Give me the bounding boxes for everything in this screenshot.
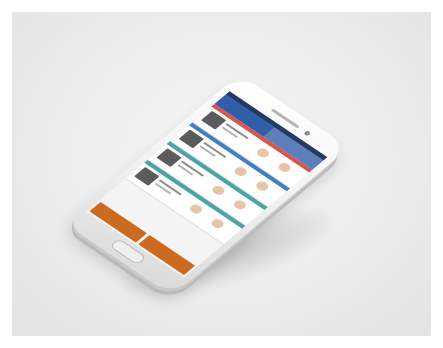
photo-background [12,12,431,336]
quantity-badge [210,184,227,197]
smartphone [62,73,350,297]
quantity-badge [187,202,205,216]
quantity-badge [231,198,249,211]
quantity-badge [232,165,249,178]
quantity-badge [254,180,271,193]
quantity-badge [254,146,272,159]
quantity-badge [276,161,293,174]
quantity-badge [209,217,226,230]
